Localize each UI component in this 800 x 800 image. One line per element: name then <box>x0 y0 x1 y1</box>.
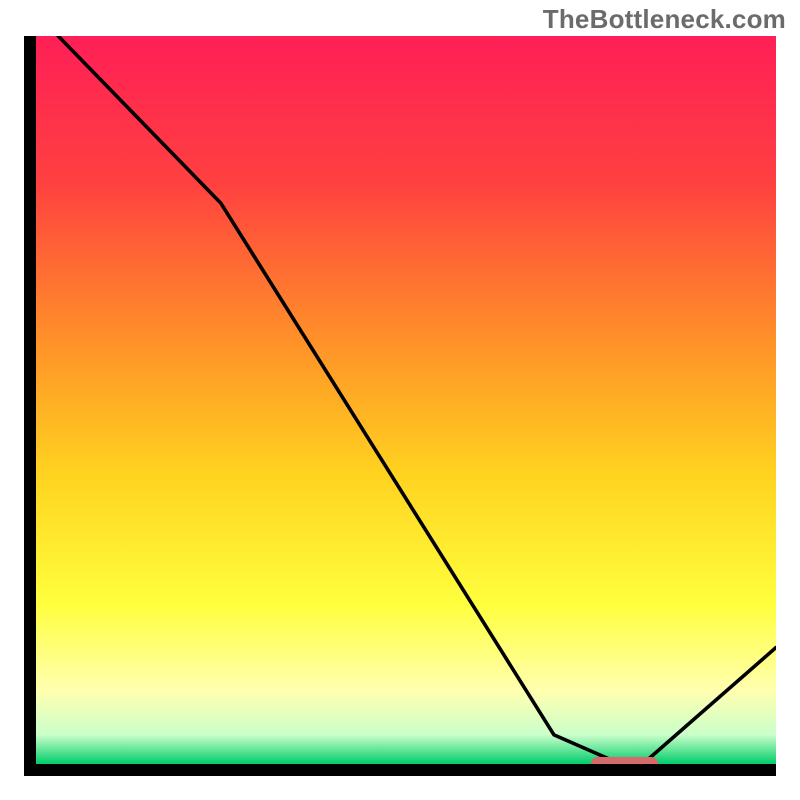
watermark-text: TheBottleneck.com <box>543 4 786 35</box>
chart-canvas: TheBottleneck.com <box>0 0 800 800</box>
plot-frame <box>24 36 776 776</box>
optimal-range-marker <box>591 757 658 764</box>
plot-area <box>36 36 776 764</box>
bottleneck-curve <box>58 36 776 764</box>
curve-layer <box>36 36 776 764</box>
